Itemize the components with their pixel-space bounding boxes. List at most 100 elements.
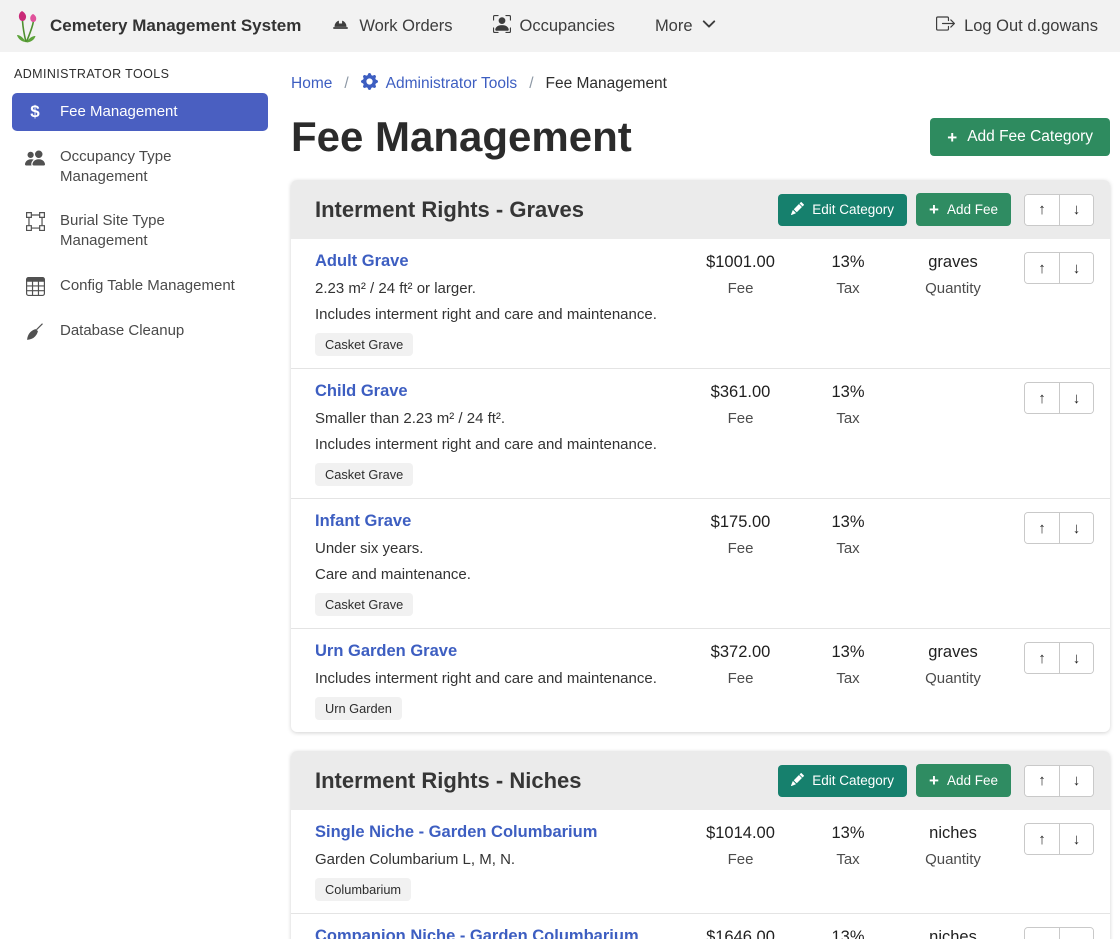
sidebar-item-label: Occupancy Type Management	[60, 147, 240, 187]
top-navbar: Cemetery Management System Work Orders O…	[0, 0, 1120, 52]
move-fee-down-button[interactable]: ↓	[1059, 513, 1093, 543]
sidebar-item-config-table-management[interactable]: Config Table Management	[12, 267, 268, 305]
move-fee-up-button[interactable]: ↑	[1025, 928, 1059, 939]
up-arrow-icon: ↑	[1038, 650, 1046, 667]
nav-more[interactable]: More	[655, 17, 716, 36]
add-fee-category-button[interactable]: + Add Fee Category	[930, 118, 1110, 156]
fee-tax: 13%	[798, 928, 898, 939]
fee-quantity-col: niches Quantity	[898, 823, 1008, 868]
fee-amount-label: Fee	[683, 410, 798, 427]
page-title: Fee Management	[291, 113, 632, 161]
broom-icon	[24, 321, 46, 342]
sidebar-item-burial-site-type-management[interactable]: Burial Site Type Management	[12, 202, 268, 260]
fee-category-card: Interment Rights - Graves Edit Category …	[291, 180, 1110, 732]
fee-row: Adult Grave 2.23 m² / 24 ft² or larger. …	[291, 239, 1110, 369]
add-fee-button[interactable]: + Add Fee	[916, 764, 1011, 797]
nav-more-label: More	[655, 17, 693, 36]
fee-tax-col: 13% Tax	[798, 382, 898, 427]
fee-name-link[interactable]: Companion Niche - Garden Columbarium	[315, 927, 639, 939]
fee-reorder-buttons: ↑ ↓	[1024, 512, 1094, 544]
move-fee-down-button[interactable]: ↓	[1059, 253, 1093, 283]
pencil-icon	[791, 202, 804, 218]
up-arrow-icon: ↑	[1038, 390, 1046, 407]
sidebar-section-header: ADMINISTRATOR TOOLS	[14, 67, 280, 81]
down-arrow-icon: ↓	[1073, 772, 1081, 789]
breadcrumb-home-link[interactable]: Home	[291, 75, 332, 93]
pencil-icon	[791, 773, 804, 789]
plus-icon: +	[947, 129, 957, 146]
fee-row: Child Grave Smaller than 2.23 m² / 24 ft…	[291, 369, 1110, 499]
fee-quantity-col: niches Quantity	[898, 927, 1008, 939]
nav-occupancies[interactable]: Occupancies	[493, 15, 615, 38]
move-category-down-button[interactable]: ↓	[1059, 766, 1093, 796]
fee-row: Urn Garden Grave Includes interment righ…	[291, 629, 1110, 732]
sidebar-item-fee-management[interactable]: $ Fee Management	[12, 93, 268, 131]
move-fee-down-button[interactable]: ↓	[1059, 643, 1093, 673]
fee-tax-label: Tax	[798, 410, 898, 427]
fee-description: Garden Columbarium L, M, N.	[315, 851, 675, 869]
move-category-up-button[interactable]: ↑	[1025, 766, 1059, 796]
fee-tax: 13%	[798, 824, 898, 843]
down-arrow-icon: ↓	[1073, 650, 1081, 667]
sidebar-item-occupancy-type-management[interactable]: Occupancy Type Management	[12, 138, 268, 196]
move-fee-up-button[interactable]: ↑	[1025, 643, 1059, 673]
fee-name-link[interactable]: Infant Grave	[315, 512, 411, 531]
move-fee-up-button[interactable]: ↑	[1025, 513, 1059, 543]
fee-quantity-col: graves Quantity	[898, 252, 1008, 297]
fee-name-link[interactable]: Child Grave	[315, 382, 408, 401]
fee-reorder-buttons: ↑ ↓	[1024, 382, 1094, 414]
sidebar: ADMINISTRATOR TOOLS $ Fee Management Occ…	[0, 52, 280, 939]
breadcrumb-admin-tools-link[interactable]: Administrator Tools	[361, 73, 518, 95]
move-category-down-button[interactable]: ↓	[1059, 195, 1093, 225]
fee-name-link[interactable]: Adult Grave	[315, 252, 409, 271]
down-arrow-icon: ↓	[1073, 390, 1081, 407]
fee-info: Child Grave Smaller than 2.23 m² / 24 ft…	[315, 382, 683, 486]
fee-amount-label: Fee	[683, 851, 798, 868]
category-reorder-buttons: ↑ ↓	[1024, 194, 1094, 226]
fee-amount: $1014.00	[683, 824, 798, 843]
add-fee-button[interactable]: + Add Fee	[916, 193, 1011, 226]
move-fee-up-button[interactable]: ↑	[1025, 824, 1059, 854]
nav-work-orders[interactable]: Work Orders	[331, 14, 452, 38]
fee-tax: 13%	[798, 643, 898, 662]
edit-category-button[interactable]: Edit Category	[778, 194, 907, 226]
fee-tax: 13%	[798, 513, 898, 532]
move-fee-down-button[interactable]: ↓	[1059, 383, 1093, 413]
down-arrow-icon: ↓	[1073, 831, 1081, 848]
fee-name-link[interactable]: Urn Garden Grave	[315, 642, 457, 661]
fee-amount: $1646.00	[683, 928, 798, 939]
add-fee-label: Add Fee	[947, 773, 998, 788]
fee-amount-col: $1646.00 Fee	[683, 927, 798, 939]
sidebar-item-label: Config Table Management	[60, 276, 235, 296]
fee-description-secondary: Care and maintenance.	[315, 566, 675, 584]
breadcrumb-separator: /	[344, 75, 348, 93]
up-arrow-icon: ↑	[1038, 935, 1046, 939]
fee-amount: $175.00	[683, 513, 798, 532]
fee-name-link[interactable]: Single Niche - Garden Columbarium	[315, 823, 597, 842]
fee-description: Under six years.	[315, 540, 675, 558]
move-fee-up-button[interactable]: ↑	[1025, 383, 1059, 413]
fee-amount-label: Fee	[683, 670, 798, 687]
dollar-icon: $	[24, 102, 46, 120]
move-fee-up-button[interactable]: ↑	[1025, 253, 1059, 283]
breadcrumb-home-label: Home	[291, 75, 332, 93]
main-content: Home / Administrator Tools / Fee Managem…	[280, 52, 1120, 939]
fee-info: Urn Garden Grave Includes interment righ…	[315, 642, 683, 720]
table-icon	[24, 276, 46, 296]
edit-category-label: Edit Category	[812, 773, 894, 788]
edit-category-button[interactable]: Edit Category	[778, 765, 907, 797]
move-category-up-button[interactable]: ↑	[1025, 195, 1059, 225]
move-fee-down-button[interactable]: ↓	[1059, 824, 1093, 854]
up-arrow-icon: ↑	[1038, 260, 1046, 277]
up-arrow-icon: ↑	[1038, 201, 1046, 218]
fee-amount: $361.00	[683, 383, 798, 402]
fee-amount-label: Fee	[683, 280, 798, 297]
move-fee-down-button[interactable]: ↓	[1059, 928, 1093, 939]
logout-label: Log Out d.gowans	[964, 17, 1098, 36]
fee-amount-col: $1001.00 Fee	[683, 252, 798, 297]
logout-link[interactable]: Log Out d.gowans	[936, 14, 1098, 38]
sidebar-item-label: Burial Site Type Management	[60, 211, 240, 251]
fee-row: Infant Grave Under six years. Care and m…	[291, 499, 1110, 629]
fee-info: Infant Grave Under six years. Care and m…	[315, 512, 683, 616]
sidebar-item-database-cleanup[interactable]: Database Cleanup	[12, 312, 268, 351]
